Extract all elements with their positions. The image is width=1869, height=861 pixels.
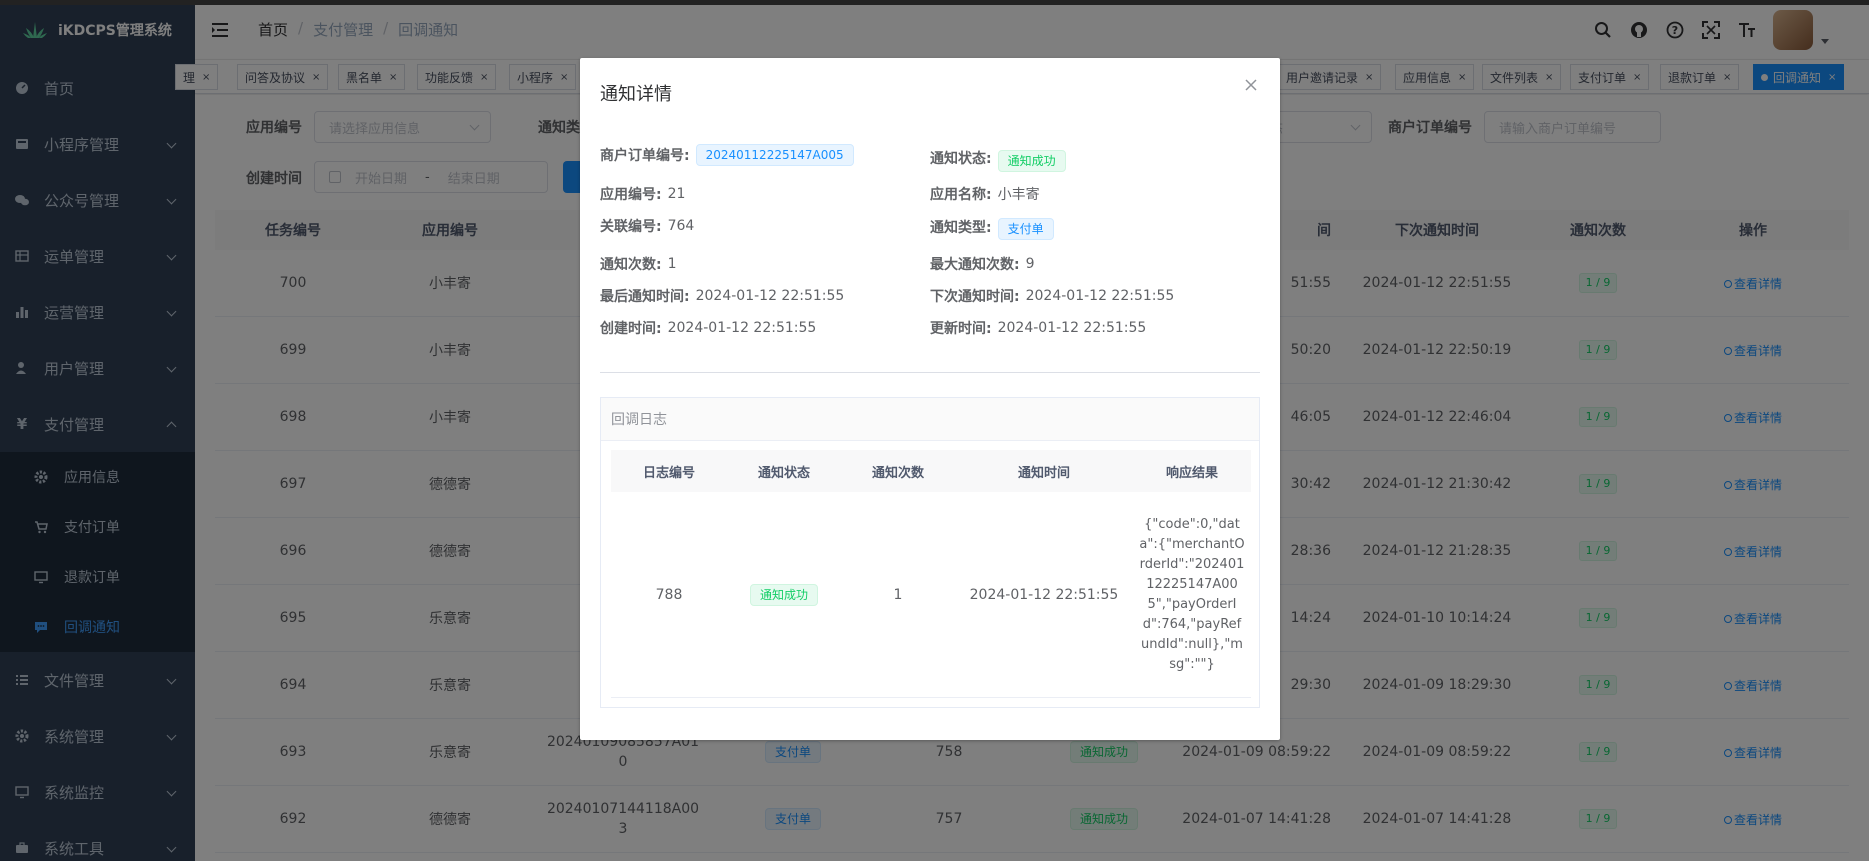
max-times-field: 最大通知次数: 9 bbox=[930, 256, 1035, 273]
notify-times-field: 通知次数: 1 bbox=[600, 256, 677, 273]
notify-status-field: 通知状态: 通知成功 bbox=[930, 144, 1066, 172]
log-table-header: 日志编号 通知状态 通知次数 通知时间 响应结果 bbox=[611, 450, 1251, 492]
response-result: {"code":0,"data":{"merchantOrderId":"202… bbox=[1139, 516, 1245, 672]
divider bbox=[600, 372, 1260, 373]
last-time-field: 最后通知时间: 2024-01-12 22:51:55 bbox=[600, 288, 845, 305]
next-time-field: 下次通知时间: 2024-01-12 22:51:55 bbox=[930, 288, 1175, 305]
rel-no-field: 关联编号: 764 bbox=[600, 218, 695, 235]
app-no-field: 应用编号: 21 bbox=[600, 186, 686, 203]
status-badge: 通知成功 bbox=[749, 583, 818, 606]
create-time-field: 创建时间: 2024-01-12 22:51:55 bbox=[600, 320, 817, 337]
notify-type-tag: 支付单 bbox=[997, 218, 1054, 240]
notify-detail-dialog: 通知详情 商户订单编号: 20240112225147A005 通知状态: 通知… bbox=[580, 58, 1280, 740]
table-row: 788 通知成功 1 2024-01-12 22:51:55 {"code":0… bbox=[611, 492, 1251, 698]
update-time-field: 更新时间: 2024-01-12 22:51:55 bbox=[930, 320, 1147, 337]
callback-log-table: 日志编号 通知状态 通知次数 通知时间 响应结果 788 通知成功 1 2024… bbox=[611, 450, 1251, 698]
window-top-edge bbox=[0, 0, 1869, 5]
callback-log-card: 回调日志 日志编号 通知状态 通知次数 通知时间 响应结果 788 通知成功 1… bbox=[600, 397, 1260, 708]
app-name-field: 应用名称: 小丰寄 bbox=[930, 187, 1040, 203]
status-badge: 通知成功 bbox=[997, 150, 1066, 172]
notify-type-field: 通知类型: 支付单 bbox=[930, 214, 1054, 240]
merchant-order-tag: 20240112225147A005 bbox=[695, 144, 854, 166]
close-icon[interactable] bbox=[1244, 78, 1260, 94]
merchant-order-field: 商户订单编号: 20240112225147A005 bbox=[600, 144, 854, 166]
card-title: 回调日志 bbox=[601, 398, 1259, 441]
dialog-title: 通知详情 bbox=[600, 84, 672, 105]
